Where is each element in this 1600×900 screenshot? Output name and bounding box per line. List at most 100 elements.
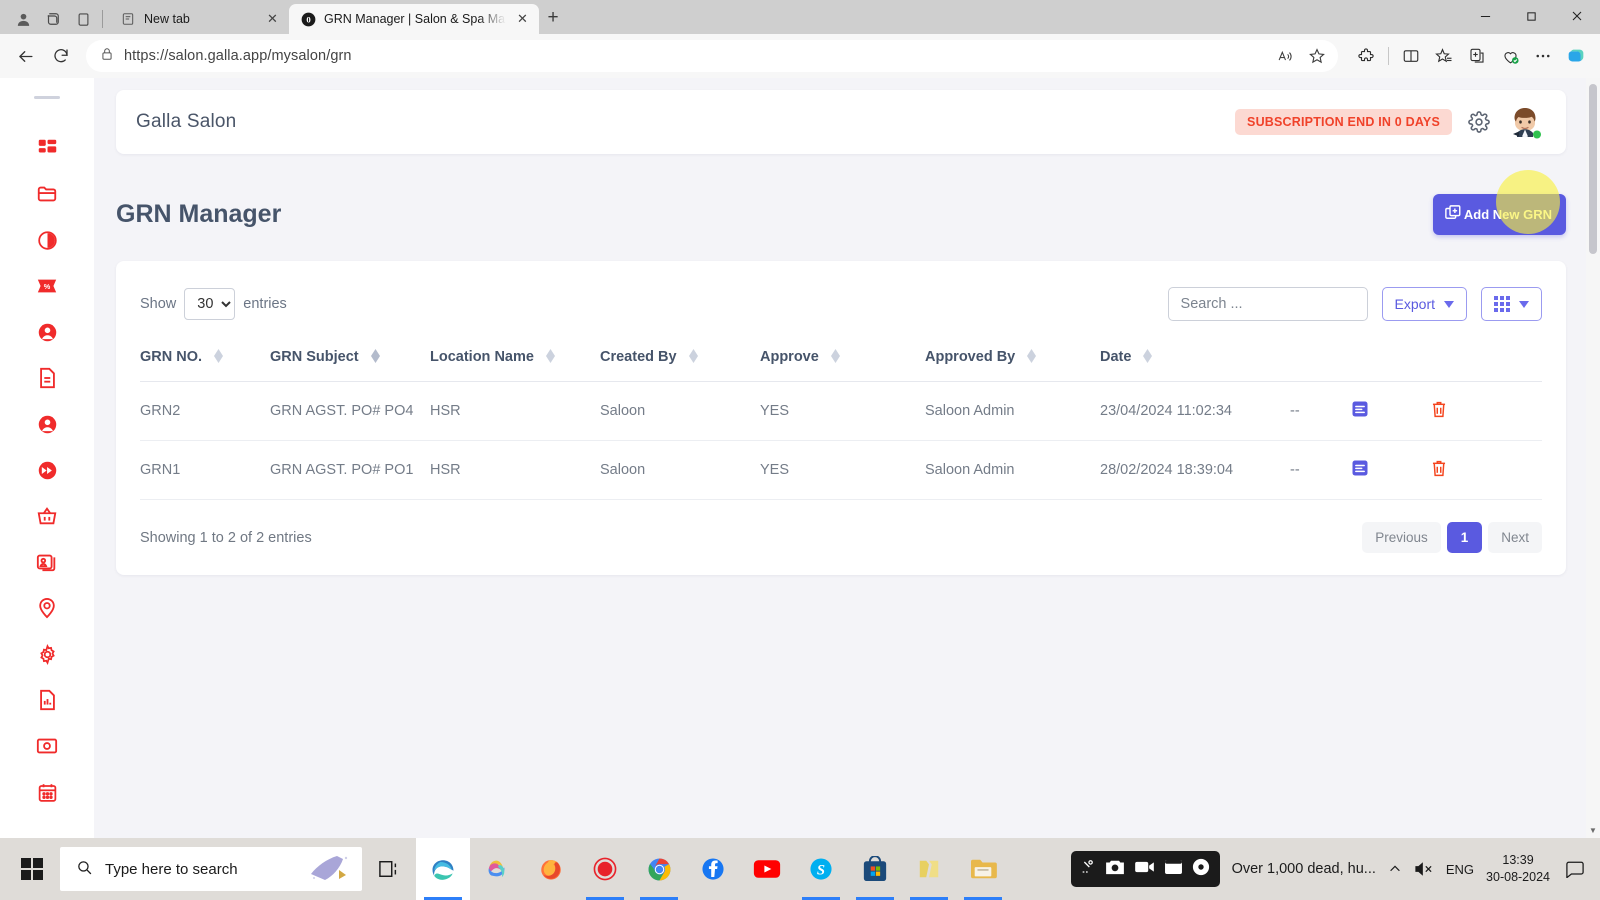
taskbar-app-edge[interactable] (416, 838, 470, 900)
taskbar-app-facebook[interactable] (686, 838, 740, 900)
search-input[interactable] (1167, 287, 1368, 321)
browser-tab-grn-manager[interactable]: 0 GRN Manager | Salon & Spa Man ✕ (289, 4, 539, 34)
sidebar-item-basket[interactable] (24, 493, 70, 539)
pagination-next[interactable]: Next (1488, 522, 1542, 553)
profile-icon[interactable] (8, 4, 38, 34)
taskbar-app-skype[interactable]: S (794, 838, 848, 900)
close-icon[interactable]: ✕ (264, 11, 281, 28)
export-button[interactable]: Export (1381, 287, 1467, 321)
copilot-icon[interactable] (38, 4, 68, 34)
window-icon[interactable] (1164, 859, 1183, 880)
taskbar-app-youtube[interactable] (740, 838, 794, 900)
sidebar-item-folder[interactable] (24, 171, 70, 217)
page-length-select[interactable]: 30 (184, 288, 236, 320)
add-new-grn-button[interactable]: Add New GRN (1432, 170, 1566, 235)
taskbar-app-file-explorer[interactable] (956, 838, 1010, 900)
back-icon[interactable] (8, 39, 42, 73)
document-list-icon[interactable] (1350, 399, 1370, 419)
sidebar-item-customer[interactable] (24, 401, 70, 447)
pagination-previous[interactable]: Previous (1362, 522, 1441, 553)
settings-gear-button[interactable] (1468, 111, 1490, 133)
sidebar-item-calendar[interactable] (24, 769, 70, 815)
address-bar[interactable]: https://salon.galla.app/mysalon/grn (86, 40, 1338, 72)
clock-date: 30-08-2024 (1486, 870, 1550, 884)
sidebar-item-discount[interactable]: % (24, 263, 70, 309)
column-header-approved-by[interactable]: Approved By (925, 339, 1100, 382)
minimize-button[interactable] (1462, 0, 1508, 32)
cell-grn-subject-link[interactable]: GRN AGST. PO# PO4 (270, 381, 430, 441)
browser-essentials-icon[interactable] (1494, 40, 1526, 72)
column-header-created-by[interactable]: Created By (600, 339, 760, 382)
screen-recorder-toolbar[interactable] (1070, 851, 1220, 887)
column-header-location-name[interactable]: Location Name (430, 339, 600, 382)
pagination-page-1[interactable]: 1 (1446, 522, 1483, 553)
sidebar-item-cash[interactable] (24, 723, 70, 769)
cell-view-action (1350, 440, 1430, 500)
show-hidden-icons-chevron[interactable] (1388, 862, 1402, 876)
column-header-approve[interactable]: Approve (760, 339, 925, 382)
table-body: GRN2 GRN AGST. PO# PO4 HSR Saloon YES Sa… (140, 381, 1542, 500)
taskbar-app-store[interactable] (848, 838, 902, 900)
copilot-sidebar-icon[interactable] (1560, 40, 1592, 72)
sidebar-collapse-handle[interactable] (34, 96, 60, 99)
sidebar-item-settings[interactable] (24, 631, 70, 677)
showing-entries-text: Showing 1 to 2 of 2 entries (140, 529, 312, 546)
extensions-icon[interactable] (1350, 40, 1382, 72)
address-text: https://salon.galla.app/mysalon/grn (124, 48, 352, 64)
screenshot-tool-icon[interactable] (1081, 859, 1096, 880)
trash-icon[interactable] (1430, 459, 1448, 478)
table-row[interactable]: GRN1 GRN AGST. PO# PO1 HSR Saloon YES Sa… (140, 440, 1542, 500)
sidebar-item-location[interactable] (24, 585, 70, 631)
scroll-down-icon[interactable]: ▼ (1586, 822, 1600, 838)
close-button[interactable] (1554, 0, 1600, 32)
refresh-icon[interactable] (44, 39, 78, 73)
scrollbar-thumb[interactable] (1589, 84, 1597, 254)
start-button[interactable] (4, 838, 60, 900)
taskbar-app-chrome[interactable] (632, 838, 686, 900)
column-header-grn-no[interactable]: GRN NO. (140, 339, 270, 382)
table-controls-right: Export (1167, 287, 1542, 321)
document-list-icon[interactable] (1350, 458, 1370, 478)
favorites-icon[interactable] (1428, 40, 1460, 72)
sidebar-item-document[interactable] (24, 355, 70, 401)
trash-icon[interactable] (1430, 400, 1448, 419)
video-icon[interactable] (1134, 860, 1155, 879)
settings-more-icon[interactable] (1527, 40, 1559, 72)
gear-icon[interactable] (1192, 858, 1210, 881)
sidebar-item-report[interactable] (24, 677, 70, 723)
camera-icon[interactable] (1105, 859, 1125, 880)
column-header-grn-subject[interactable]: GRN Subject (270, 339, 430, 382)
split-screen-icon[interactable] (1395, 40, 1427, 72)
taskbar-app-recorder[interactable] (578, 838, 632, 900)
browser-tab-new-tab[interactable]: New tab ✕ (109, 4, 289, 34)
column-visibility-button[interactable] (1481, 287, 1542, 321)
taskbar-app-office[interactable] (902, 838, 956, 900)
table-row[interactable]: GRN2 GRN AGST. PO# PO4 HSR Saloon YES Sa… (140, 381, 1542, 441)
sidebar-item-user[interactable] (24, 309, 70, 355)
sidebar-item-fast-forward[interactable] (24, 447, 70, 493)
new-tab-button[interactable]: + (539, 4, 567, 32)
maximize-button[interactable] (1508, 0, 1554, 32)
close-icon[interactable]: ✕ (514, 11, 531, 28)
cell-grn-subject-link[interactable]: GRN AGST. PO# PO1 (270, 440, 430, 500)
notification-center-icon[interactable] (1562, 856, 1588, 882)
tab-list-icon[interactable] (68, 4, 98, 34)
column-header-date[interactable]: Date (1100, 339, 1290, 382)
read-aloud-icon[interactable] (1270, 41, 1300, 71)
sidebar-item-dashboard[interactable] (24, 125, 70, 171)
volume-muted-icon[interactable] (1414, 861, 1434, 877)
taskbar-search[interactable]: Type here to search (60, 847, 362, 891)
page-icon (120, 11, 136, 27)
sidebar-item-id-card[interactable] (24, 539, 70, 585)
task-view-button[interactable] (362, 838, 416, 900)
sidebar-item-contrast[interactable] (24, 217, 70, 263)
language-indicator[interactable]: ENG (1446, 862, 1474, 877)
news-ticker-text[interactable]: Over 1,000 dead, hu... (1232, 861, 1376, 877)
favorite-star-icon[interactable] (1302, 41, 1332, 71)
taskbar-app-firefox[interactable] (524, 838, 578, 900)
taskbar-app-copilot[interactable] (470, 838, 524, 900)
taskbar-clock[interactable]: 13:39 30-08-2024 (1486, 852, 1550, 886)
add-tab-group-icon[interactable] (1461, 40, 1493, 72)
page-scrollbar[interactable]: ▲ ▼ (1586, 78, 1600, 838)
user-avatar[interactable] (1506, 103, 1544, 141)
